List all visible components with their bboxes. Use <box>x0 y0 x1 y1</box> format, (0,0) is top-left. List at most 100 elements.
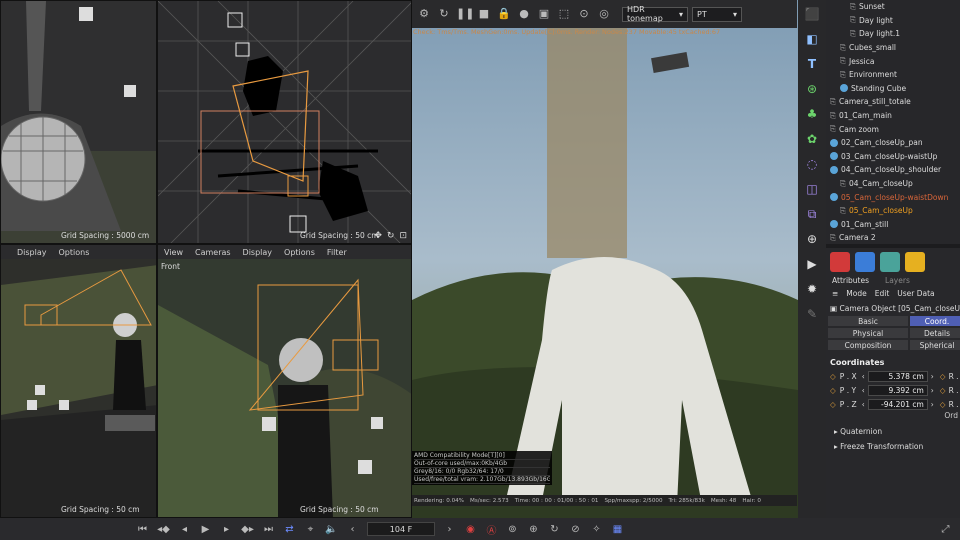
light-icon[interactable]: ✹ <box>801 278 823 300</box>
increment-icon[interactable]: › <box>931 386 934 395</box>
object-row[interactable]: ⎘ 04_Cam_closeUp <box>826 177 960 191</box>
effector-icon[interactable]: ✿ <box>801 128 823 150</box>
next-key-icon[interactable]: ◆▸ <box>241 524 254 535</box>
object-row[interactable]: ⎘ Day light <box>826 14 960 28</box>
object-row[interactable]: ⎘ 01_Cam_main <box>826 109 960 123</box>
diamond-icon[interactable]: ◇ <box>830 400 836 409</box>
viewport-perspective-top-left[interactable]: Grid Spacing : 5000 cm <box>0 0 157 244</box>
keyframe-icon[interactable]: ⊚ <box>506 524 519 535</box>
object-row[interactable]: 01_Cam_still <box>826 218 960 232</box>
diamond-icon[interactable]: ◇ <box>940 386 946 395</box>
menu-mode[interactable]: Mode <box>846 289 866 298</box>
pause-icon[interactable]: ❚❚ <box>456 6 474 22</box>
menu-options[interactable]: Options <box>59 248 90 257</box>
fps-icon[interactable]: ⌖ <box>304 524 317 535</box>
settings-icon[interactable]: ⚙ <box>416 6 432 22</box>
menu-filter[interactable]: Filter <box>327 248 347 257</box>
globe-icon[interactable]: ⊕ <box>801 228 823 250</box>
sphere-icon[interactable]: ● <box>516 6 532 22</box>
freeze-row[interactable]: ▸ Freeze Transformation <box>826 439 960 454</box>
play-icon[interactable]: ▶ <box>199 524 212 535</box>
subtab-spherical[interactable]: Spherical <box>910 340 960 350</box>
lock-icon[interactable]: 🔒 <box>496 6 512 22</box>
object-row[interactable]: ⎘ Sunset <box>826 0 960 14</box>
sun-icon[interactable] <box>905 252 925 272</box>
edit-icon[interactable]: ✎ <box>801 303 823 325</box>
key-rot-icon[interactable]: ↻ <box>548 524 561 535</box>
render-icon[interactable] <box>830 252 850 272</box>
step-icon[interactable]: ‹ <box>346 524 359 535</box>
next-frame-icon[interactable]: ▸ <box>220 524 233 535</box>
subtab-basic[interactable]: Basic <box>828 316 908 326</box>
menu-icon[interactable]: ≡ <box>832 289 838 298</box>
decrement-icon[interactable]: ‹ <box>862 372 865 381</box>
kernel-select[interactable]: PT ▾ <box>692 6 742 22</box>
frame-field[interactable]: 104 F <box>367 522 435 536</box>
viewport-front[interactable]: View Cameras Display Options Filter Fron… <box>157 244 412 518</box>
object-row[interactable]: ⎘ Camera 2 <box>826 231 960 245</box>
prev-frame-icon[interactable]: ◂ <box>178 524 191 535</box>
menu-user-data[interactable]: User Data <box>897 289 934 298</box>
subtab-details[interactable]: Details <box>910 328 960 338</box>
decrement-icon[interactable]: ‹ <box>862 386 865 395</box>
pin-icon[interactable]: ⊙ <box>576 6 592 22</box>
object-row[interactable]: 02_Cam_closeUp_pan <box>826 136 960 150</box>
autokey-icon[interactable]: Ⓐ <box>485 522 498 537</box>
viewport-top-view[interactable]: Grid Spacing : 50 cm ✥ ↻ ⊡ <box>157 0 412 244</box>
tab-layers[interactable]: Layers <box>885 276 910 285</box>
region-icon[interactable]: ⬚ <box>556 6 572 22</box>
key-pla-icon[interactable]: ▦ <box>611 524 624 535</box>
object-row[interactable]: Standing Cube <box>826 82 960 96</box>
quaternion-row[interactable]: ▸ Quaternion <box>826 424 960 439</box>
object-row[interactable]: ⎘ Cam zoom <box>826 122 960 136</box>
object-row[interactable]: ⎘ Day light.1 <box>826 27 960 41</box>
object-row[interactable]: ⎘ Environment <box>826 68 960 82</box>
expand-icon[interactable]: ⤢ <box>939 524 952 535</box>
record-icon[interactable]: ◉ <box>464 524 477 535</box>
cube-icon[interactable]: ⬛ <box>801 3 823 25</box>
image-icon[interactable]: ▣ <box>536 6 552 22</box>
audio-icon[interactable]: 🔈 <box>325 524 338 535</box>
restart-icon[interactable]: ↻ <box>436 6 452 22</box>
increment-icon[interactable]: › <box>931 400 934 409</box>
coord-value-field[interactable]: -94.201 cm <box>867 398 928 410</box>
decrement-icon[interactable]: ‹ <box>862 400 865 409</box>
subtab-composition[interactable]: Composition <box>828 340 908 350</box>
menu-display[interactable]: Display <box>243 248 273 257</box>
diamond-icon[interactable]: ◇ <box>830 372 836 381</box>
object-row[interactable]: ⎘ Camera_still_totale <box>826 95 960 109</box>
coord-value-field[interactable]: 5.378 cm <box>867 370 928 382</box>
step-next-icon[interactable]: › <box>443 524 456 535</box>
diamond-icon[interactable]: ◇ <box>940 372 946 381</box>
viewport-perspective-bottom-left[interactable]: Display Options Grid Spacing : 50 cm <box>0 244 157 518</box>
generator-icon[interactable]: ⊛ <box>801 78 823 100</box>
diamond-icon[interactable]: ◇ <box>830 386 836 395</box>
halfsphere-dark-icon[interactable] <box>880 252 900 272</box>
field-icon[interactable]: ⧉ <box>801 203 823 225</box>
halfsphere-icon[interactable] <box>855 252 875 272</box>
menu-view[interactable]: View <box>164 248 183 257</box>
cloner-icon[interactable]: ♣ <box>801 103 823 125</box>
text-icon[interactable]: T <box>801 53 823 75</box>
coord-value-field[interactable]: 9.392 cm <box>867 384 928 396</box>
object-row[interactable]: ⎘ Cubes_small <box>826 41 960 55</box>
camera-icon[interactable]: ▶ <box>801 253 823 275</box>
stop-icon[interactable]: ■ <box>476 6 492 22</box>
tab-attributes[interactable]: Attributes <box>832 276 869 285</box>
loop-icon[interactable]: ⇄ <box>283 524 296 535</box>
prev-key-icon[interactable]: ◂◆ <box>157 524 170 535</box>
key-pos-icon[interactable]: ⊕ <box>527 524 540 535</box>
tonemap-select[interactable]: HDR tonemap ▾ <box>622 5 688 23</box>
object-row[interactable]: 04_Cam_closeUp_shoulder <box>826 163 960 177</box>
menu-cameras[interactable]: Cameras <box>195 248 231 257</box>
deformer-icon[interactable]: ◌ <box>801 153 823 175</box>
render-viewport[interactable] <box>412 0 798 518</box>
subtab-coord[interactable]: Coord. <box>910 316 960 326</box>
menu-options[interactable]: Options <box>284 248 315 257</box>
key-param-icon[interactable]: ✧ <box>590 524 603 535</box>
picker-icon[interactable]: ◎ <box>596 6 612 22</box>
object-row[interactable]: ⎘ Jessica <box>826 54 960 68</box>
cube-primitive-icon[interactable]: ◧ <box>801 28 823 50</box>
diamond-icon[interactable]: ◇ <box>940 400 946 409</box>
spline-icon[interactable]: ◫ <box>801 178 823 200</box>
